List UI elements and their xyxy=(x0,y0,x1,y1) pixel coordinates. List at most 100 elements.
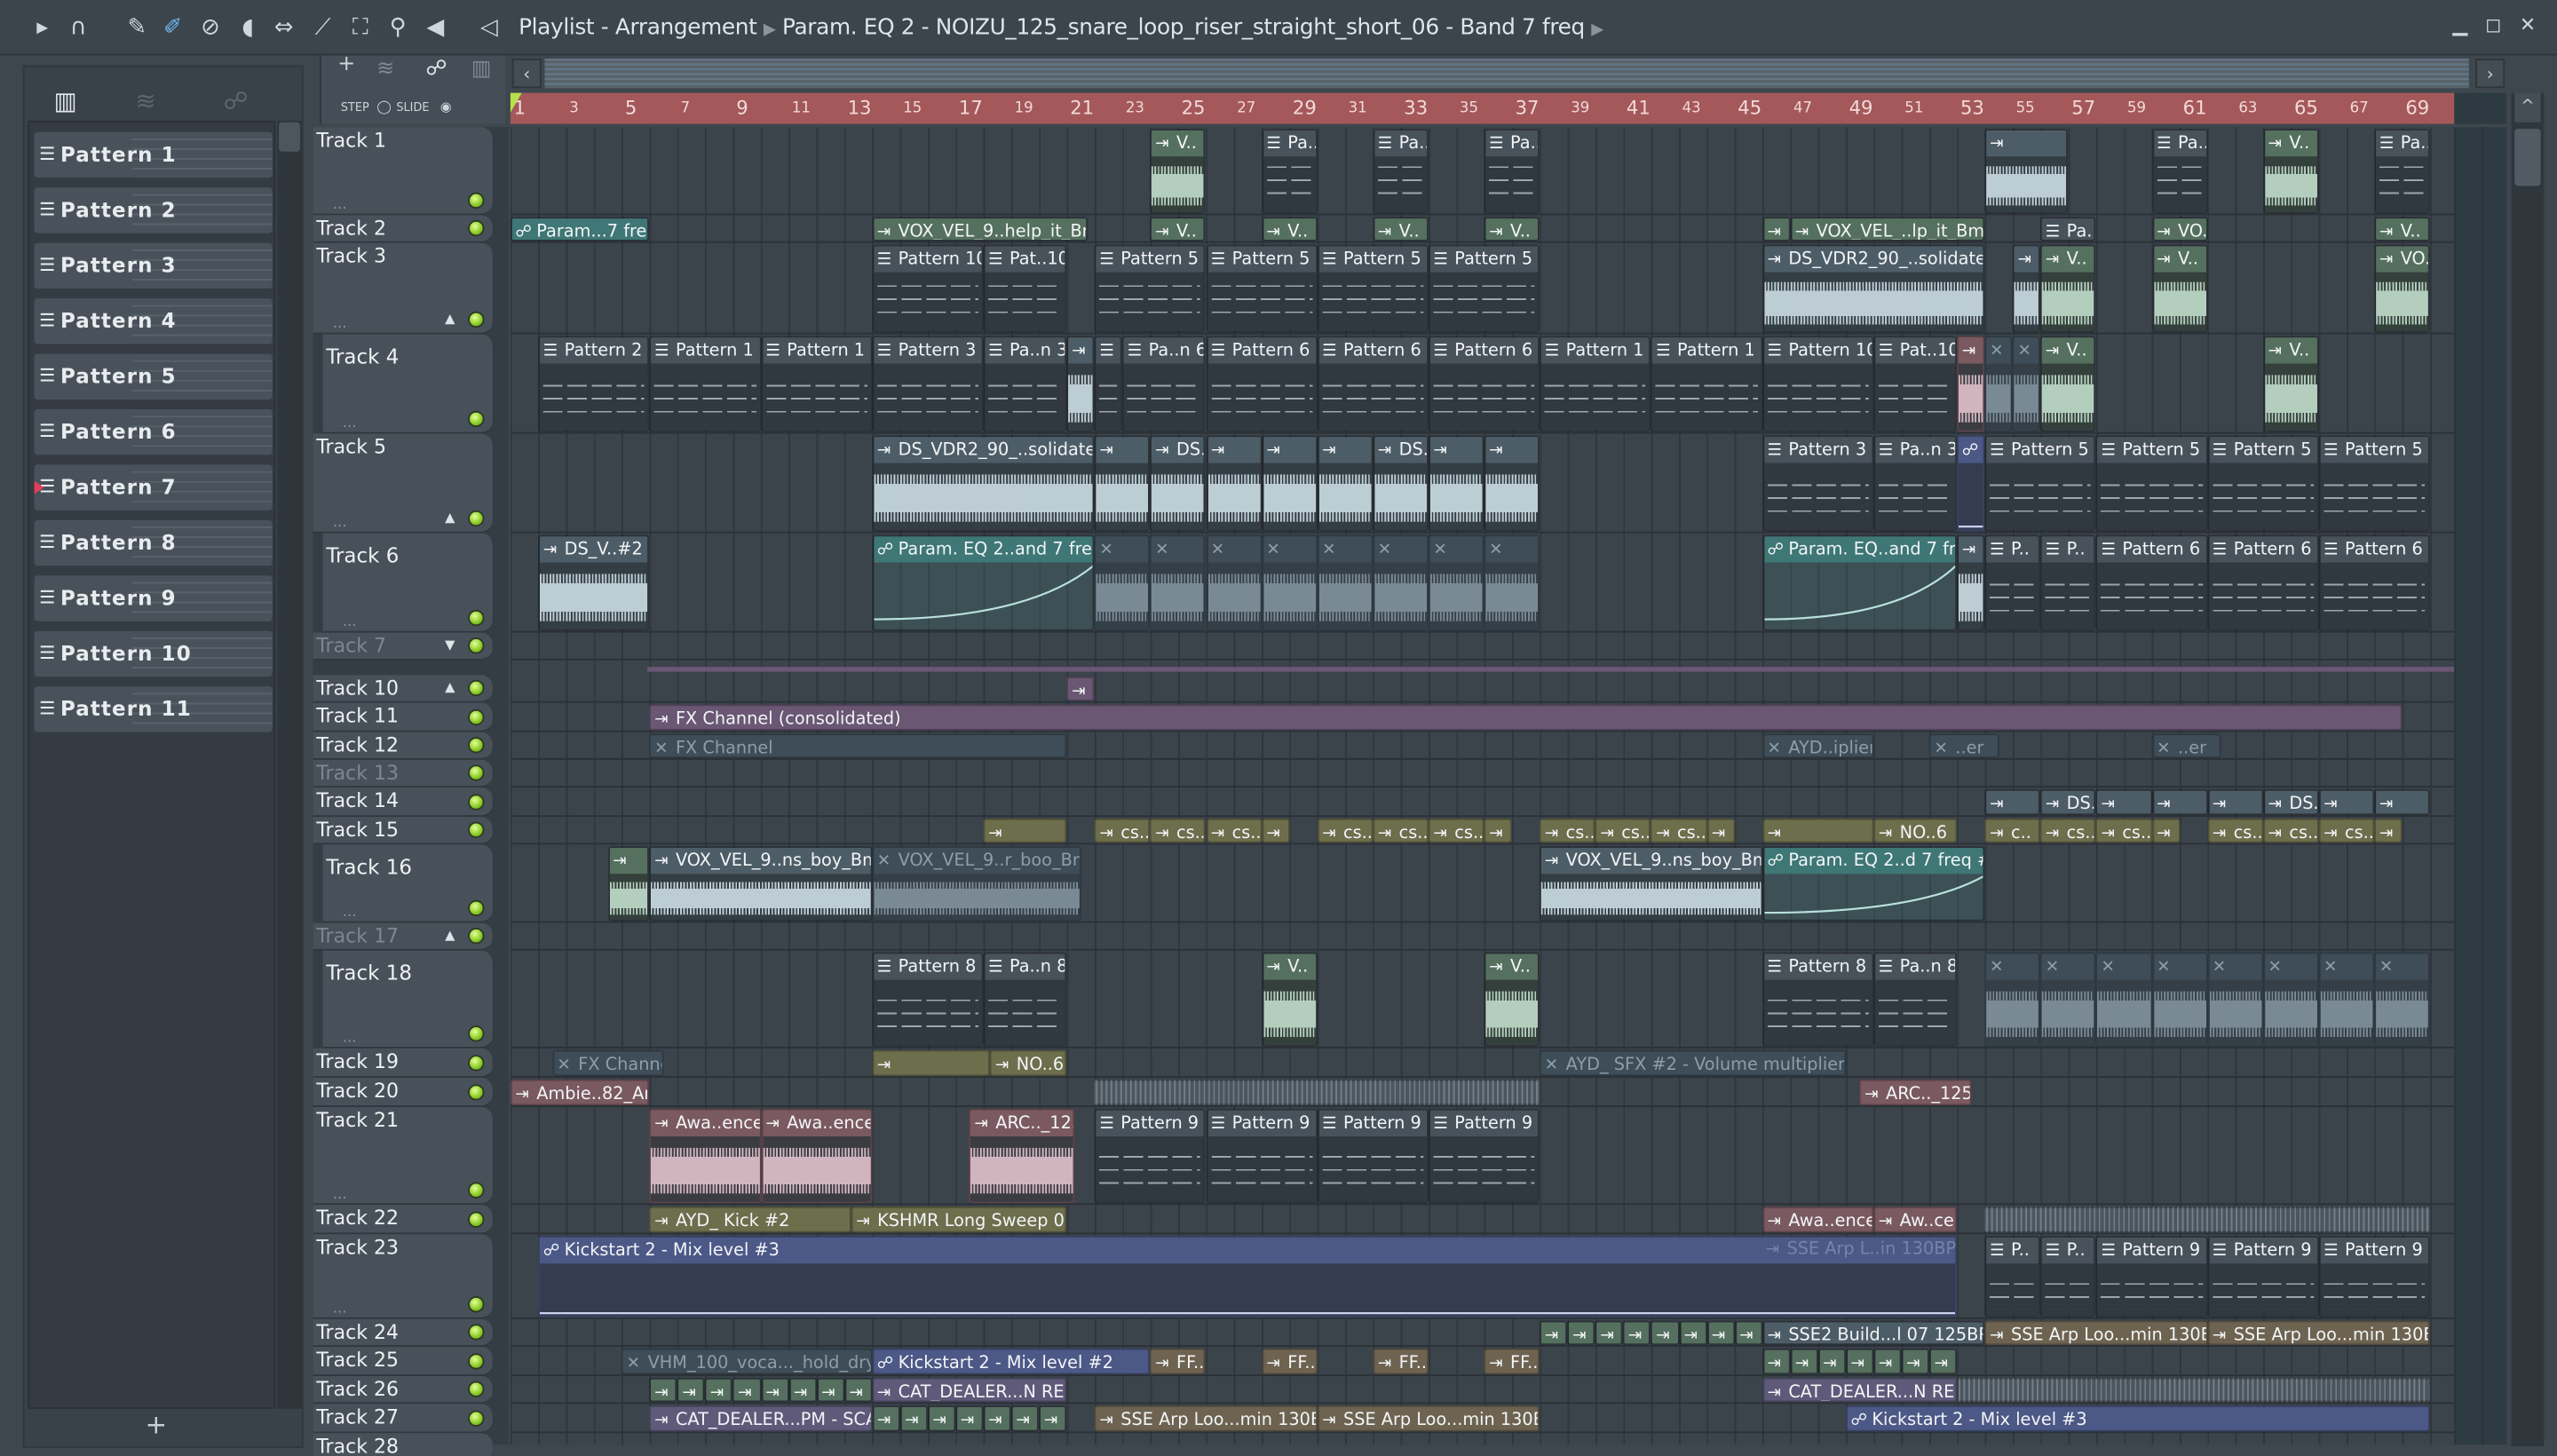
audio-clip[interactable]: ⇥ Awa..ence xyxy=(1761,1207,1874,1233)
muted-clip[interactable]: ✕ xyxy=(1373,534,1429,631)
audio-clip[interactable]: ⇥ xyxy=(1567,1320,1595,1346)
audio-clip[interactable]: ⇥ xyxy=(2207,788,2263,816)
audio-clip[interactable]: ⇥ VOX_VEL_9..help_it_Bm xyxy=(872,217,1089,241)
track-header[interactable]: Track 23... xyxy=(313,1234,493,1319)
audio-clip[interactable]: ⇥ xyxy=(872,1405,900,1432)
track-mute-led[interactable] xyxy=(468,637,485,654)
track-mute-led[interactable] xyxy=(468,679,485,697)
audio-clip[interactable]: ⇥ VOX_VEL_9..ns_boy_Bm xyxy=(649,846,873,922)
audio-clip[interactable]: ⇥ DS_VDR2_90_..solidated) xyxy=(1761,244,1985,333)
pattern-clip[interactable]: ☰ Pattern 3 xyxy=(1761,435,1874,532)
audio-clip[interactable]: ⇥ DS.. xyxy=(1373,435,1429,532)
track-mute-led[interactable] xyxy=(468,410,485,428)
audio-clip[interactable]: ⇥ V.. xyxy=(1261,952,1318,1048)
audio-clip[interactable]: ⇥ xyxy=(2374,818,2403,843)
muted-clip[interactable]: ✕ xyxy=(2207,952,2263,1048)
track-options-icon[interactable]: ... xyxy=(343,415,357,431)
track-options-icon[interactable]: ... xyxy=(333,1187,347,1203)
audio-clip[interactable]: ⇥ SSE Arp Loo...min 130BPM xyxy=(2207,1320,2430,1346)
audio-clip[interactable]: ⇥ c.. xyxy=(1984,818,2041,843)
audio-clip[interactable]: ⇥ DS.. xyxy=(1150,435,1207,532)
arrangement-overview[interactable] xyxy=(544,59,2469,89)
track-header[interactable]: Track 21... xyxy=(313,1106,493,1206)
pattern-clip[interactable]: ☰ P.. xyxy=(1984,1236,2041,1318)
track-header[interactable]: Track 24 xyxy=(313,1318,493,1347)
audio-clip[interactable]: ⇥ xyxy=(1623,1320,1651,1346)
pattern-clip[interactable]: ☰ Pattern 1 xyxy=(760,336,873,432)
automation-icon[interactable]: ☍ xyxy=(224,86,249,115)
audio-clip[interactable]: ⇥ V.. xyxy=(2262,129,2319,214)
track-mute-led[interactable] xyxy=(468,1055,485,1072)
audio-clip[interactable]: ⇥ xyxy=(955,1405,984,1432)
audio-clip[interactable]: ⇥ xyxy=(2095,788,2152,816)
audio-wave-icon[interactable]: ≋ xyxy=(376,57,394,82)
step-toggle[interactable]: ◯ xyxy=(376,99,391,115)
audio-clip[interactable]: ⇥ xyxy=(1873,1348,1902,1375)
zoom-icon[interactable]: ⚲ xyxy=(384,15,410,41)
pattern-clip[interactable]: ☰ Pat..10 xyxy=(1873,336,1958,432)
audio-clip[interactable]: ⇥ Awa..ence xyxy=(760,1108,873,1204)
audio-clip[interactable]: ⇥ xyxy=(1428,435,1484,532)
ghost-clip[interactable]: ⇥ SSE Arp L..in 130BPM xyxy=(1762,1236,1958,1263)
track-options-icon[interactable]: ... xyxy=(333,316,347,332)
automation-clip[interactable]: ☍ Kickstart 2 - Mix level #2 xyxy=(872,1348,1151,1375)
track-options-icon[interactable]: ... xyxy=(343,614,357,630)
audio-clip[interactable]: ⇥ cs.. xyxy=(2262,818,2319,843)
track-mute-led[interactable] xyxy=(468,1211,485,1228)
minimize-button[interactable]: ▁ xyxy=(2452,13,2467,36)
audio-clip[interactable]: ⇥ xyxy=(899,1405,928,1432)
muted-clip[interactable]: ✕ xyxy=(1484,534,1540,631)
track-header[interactable]: Track 15 xyxy=(313,817,493,845)
track-mute-led[interactable] xyxy=(468,1084,485,1101)
pattern-clip[interactable]: ☰ Pattern 9 xyxy=(2095,1236,2208,1318)
audio-clip[interactable]: ⇥ xyxy=(1484,818,1512,843)
muted-clip[interactable]: ✕ ..er xyxy=(2151,733,2221,758)
audio-clip[interactable]: ⇥ xyxy=(677,1377,706,1403)
muted-clip[interactable]: ✕ xyxy=(2262,952,2319,1048)
track-header[interactable]: Track 11 xyxy=(313,702,493,732)
track-options-icon[interactable]: ... xyxy=(333,1302,347,1318)
pattern-list-scrollbar[interactable] xyxy=(277,120,302,1409)
track-options-icon[interactable]: ... xyxy=(333,197,347,213)
audio-clip[interactable]: ⇥ V.. xyxy=(2040,336,2096,432)
audio-clip[interactable] xyxy=(1094,1079,1540,1106)
muted-clip[interactable]: ✕ FX Channel xyxy=(649,733,1067,758)
audio-clip[interactable]: ⇥ xyxy=(1734,1320,1762,1346)
audio-clip[interactable]: ⇥ xyxy=(1651,1320,1679,1346)
track-mute-led[interactable] xyxy=(468,1353,485,1370)
muted-clip[interactable]: ✕ xyxy=(2318,952,2375,1048)
vertical-scrollbar[interactable]: ^ xyxy=(2511,92,2545,1446)
pattern-clip[interactable]: ☰ Pattern 5 xyxy=(1094,244,1207,333)
automation-icon[interactable]: ☍ xyxy=(425,57,447,82)
mute-icon[interactable]: ◖ xyxy=(234,15,260,41)
audio-clip[interactable]: ⇥ xyxy=(1761,1348,1791,1375)
slice-icon[interactable]: ⟋ xyxy=(310,15,336,41)
audio-clip[interactable] xyxy=(1957,1377,2430,1403)
audio-clip[interactable]: ⇥ xyxy=(2012,244,2041,333)
audio-clip[interactable]: ⇥ xyxy=(843,1377,873,1403)
track-header[interactable]: Track 26 xyxy=(313,1376,493,1405)
automation-clip[interactable]: ☍ Param. EQ 2..d 7 freq #2 xyxy=(1761,846,1985,922)
audio-clip[interactable]: ⇥ xyxy=(2374,788,2430,816)
audio-clip[interactable]: ⇥ xyxy=(788,1377,817,1403)
audio-clip[interactable]: ⇥ xyxy=(1928,1348,1958,1375)
audio-clip[interactable]: ⇥ V.. xyxy=(2151,244,2208,333)
pattern-item[interactable]: ☰ Pattern 1 xyxy=(34,131,273,178)
muted-clip[interactable]: ✕ xyxy=(1206,534,1262,631)
audio-clip[interactable]: ⇥ cs.. xyxy=(1317,818,1373,843)
audio-clip[interactable]: ⇥ xyxy=(1845,1348,1874,1375)
audio-clip[interactable]: ⇥ xyxy=(2318,788,2375,816)
muted-clip[interactable]: ✕ xyxy=(2095,952,2152,1048)
slip-icon[interactable]: ⇔ xyxy=(271,15,297,41)
pattern-clip[interactable]: ☰ Pattern 9 xyxy=(2318,1236,2430,1318)
audio-clip[interactable]: ⇥ xyxy=(1039,1405,1067,1432)
track-options-icon[interactable]: ... xyxy=(343,905,357,921)
track-mute-led[interactable] xyxy=(468,1296,485,1313)
add-pattern-button[interactable]: + xyxy=(145,1409,167,1440)
pattern-clip[interactable]: ☰ Pattern 6 xyxy=(2095,534,2208,631)
audio-clip[interactable]: ⇥ xyxy=(1957,336,1985,432)
pattern-clip[interactable]: ☰ Pattern 6 xyxy=(1206,336,1318,432)
track-header[interactable]: Track 4... xyxy=(322,334,493,434)
muted-clip[interactable]: ✕ xyxy=(1984,952,2041,1048)
track-header[interactable]: Track 3 ▲... xyxy=(313,242,493,335)
